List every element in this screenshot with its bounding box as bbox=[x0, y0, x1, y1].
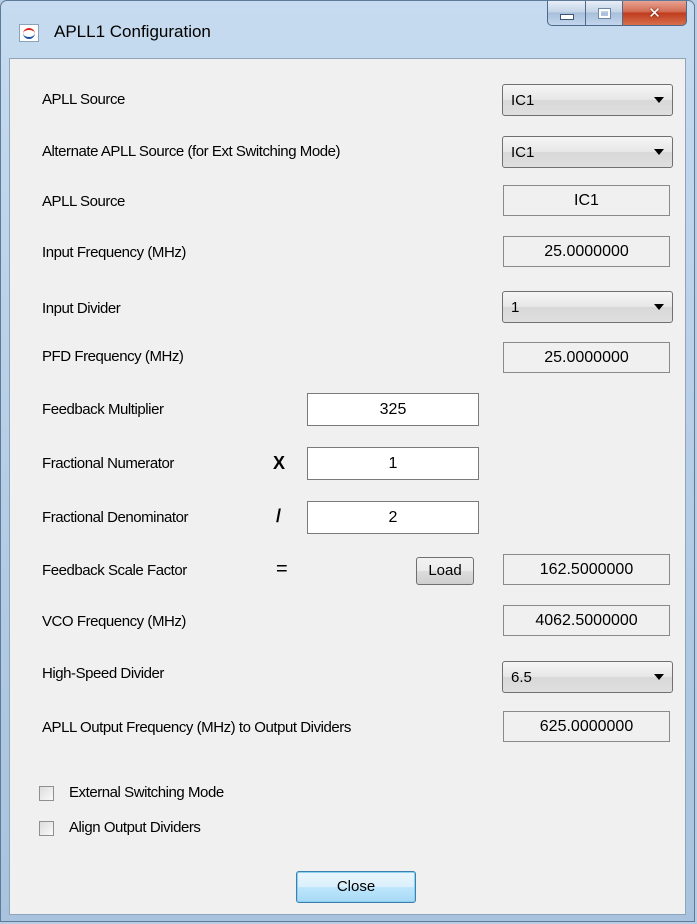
chevron-down-icon bbox=[654, 674, 664, 680]
apll-source-dropdown[interactable]: IC1 bbox=[502, 84, 673, 116]
apll1-configuration-window: APLL1 Configuration ✕ APLL Source IC1 Al… bbox=[0, 0, 695, 922]
feedback-multiplier-label: Feedback Multiplier bbox=[42, 401, 164, 418]
apll-source-label: APLL Source bbox=[42, 91, 125, 108]
app-icon bbox=[19, 24, 39, 42]
minimize-icon bbox=[559, 14, 574, 20]
chevron-down-icon bbox=[654, 149, 664, 155]
input-frequency-label: Input Frequency (MHz) bbox=[42, 244, 186, 261]
apll-source-readout: IC1 bbox=[503, 185, 670, 216]
window-title: APLL1 Configuration bbox=[54, 22, 211, 41]
external-switching-mode-label[interactable]: External Switching Mode bbox=[69, 784, 224, 801]
feedback-multiplier-input[interactable]: 325 bbox=[307, 393, 479, 426]
apll-output-frequency-readout: 625.0000000 bbox=[503, 711, 670, 742]
input-divider-dropdown[interactable]: 1 bbox=[502, 291, 673, 323]
vco-frequency-readout: 4062.5000000 bbox=[503, 605, 670, 636]
fractional-denominator-input[interactable]: 2 bbox=[307, 501, 479, 534]
close-icon: ✕ bbox=[648, 4, 661, 22]
apll-source-value: IC1 bbox=[511, 92, 535, 109]
alt-apll-source-value: IC1 bbox=[511, 144, 535, 161]
vco-frequency-label: VCO Frequency (MHz) bbox=[42, 613, 186, 630]
high-speed-divider-value: 6.5 bbox=[511, 669, 532, 686]
align-output-dividers-label[interactable]: Align Output Dividers bbox=[69, 819, 201, 836]
input-divider-label: Input Divider bbox=[42, 300, 121, 317]
alt-apll-source-dropdown[interactable]: IC1 bbox=[502, 136, 673, 168]
chevron-down-icon bbox=[654, 304, 664, 310]
divide-operator: / bbox=[276, 506, 282, 526]
close-window-button[interactable]: ✕ bbox=[623, 1, 687, 26]
equals-operator: = bbox=[276, 558, 288, 580]
close-button[interactable]: Close bbox=[296, 871, 416, 903]
apll-output-frequency-label: APLL Output Frequency (MHz) to Output Di… bbox=[42, 719, 351, 736]
fractional-denominator-label: Fractional Denominator bbox=[42, 509, 189, 526]
external-switching-mode-checkbox[interactable] bbox=[39, 786, 54, 801]
title-bar[interactable]: APLL1 Configuration ✕ bbox=[1, 1, 694, 59]
fractional-numerator-input[interactable]: 1 bbox=[307, 447, 479, 480]
minimize-button[interactable] bbox=[547, 1, 586, 26]
input-frequency-readout: 25.0000000 bbox=[503, 236, 670, 267]
maximize-icon bbox=[597, 7, 611, 19]
caption-buttons: ✕ bbox=[547, 1, 687, 30]
fractional-numerator-label: Fractional Numerator bbox=[42, 455, 174, 472]
multiply-operator: X bbox=[273, 453, 286, 473]
load-button[interactable]: Load bbox=[416, 557, 474, 585]
pfd-frequency-label: PFD Frequency (MHz) bbox=[42, 348, 184, 365]
alt-apll-source-label: Alternate APLL Source (for Ext Switching… bbox=[42, 143, 341, 160]
maximize-button[interactable] bbox=[586, 1, 623, 26]
chevron-down-icon bbox=[654, 97, 664, 103]
input-divider-value: 1 bbox=[511, 299, 520, 316]
high-speed-divider-label: High-Speed Divider bbox=[42, 665, 164, 682]
feedback-scale-factor-label: Feedback Scale Factor bbox=[42, 562, 187, 579]
align-output-dividers-checkbox[interactable] bbox=[39, 821, 54, 836]
dialog-client-area: APLL Source IC1 Alternate APLL Source (f… bbox=[9, 58, 686, 915]
feedback-scale-factor-readout: 162.5000000 bbox=[503, 554, 670, 585]
high-speed-divider-dropdown[interactable]: 6.5 bbox=[502, 661, 673, 693]
pfd-frequency-readout: 25.0000000 bbox=[503, 342, 670, 373]
apll-source-readout-label: APLL Source bbox=[42, 193, 125, 210]
